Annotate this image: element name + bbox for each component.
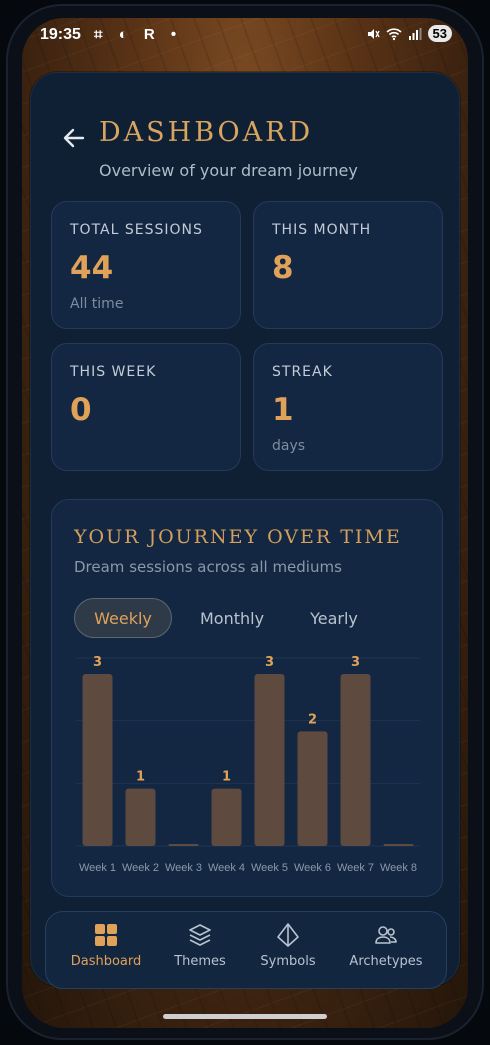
- x-tick-label: Week 1: [79, 862, 116, 874]
- nav-item-dashboard[interactable]: Dashboard: [58, 922, 154, 982]
- status-bar: 19:35 ⌗ ◐ R • 53: [22, 18, 468, 54]
- journey-chart-card: YOUR JOURNEY OVER TIME Dream sessions ac…: [51, 499, 443, 897]
- stat-card-total-sessions: TOTAL SESSIONS 44 All time: [51, 201, 241, 329]
- stat-subtext: All time: [70, 296, 124, 312]
- stat-card-this-week: THIS WEEK 0: [51, 343, 241, 471]
- status-notification-icons: ⌗ ◐ R •: [94, 26, 183, 43]
- bar-week-4: [211, 788, 242, 846]
- nav-label-themes: Themes: [174, 954, 226, 969]
- grid-icon: [95, 924, 117, 946]
- stat-label: THIS MONTH: [272, 222, 372, 238]
- stat-value: 0: [70, 392, 92, 428]
- bar-week-8: [383, 844, 414, 846]
- bottom-navigation: Dashboard Themes Symbols Archetypes: [45, 911, 447, 989]
- stat-label: TOTAL SESSIONS: [70, 222, 203, 238]
- x-tick-label: Week 6: [294, 862, 331, 874]
- x-tick-label: Week 7: [337, 862, 374, 874]
- x-tick-label: Week 3: [165, 862, 202, 874]
- home-indicator[interactable]: [163, 1014, 327, 1019]
- x-tick-label: Week 2: [122, 862, 159, 874]
- stat-card-streak: STREAK 1 days: [253, 343, 443, 471]
- phone-frame: 19:35 ⌗ ◐ R • 53 DASHBOARD Overview of y…: [0, 0, 490, 1045]
- bar-value-label: 3: [93, 655, 102, 670]
- bar-week-2: [125, 788, 156, 846]
- layers-icon: [189, 924, 211, 946]
- mute-icon: [367, 28, 380, 39]
- bar-week-3: [168, 844, 199, 846]
- stat-value: 1: [272, 392, 294, 428]
- bar-week-7: [340, 674, 371, 846]
- signal-icon: [408, 27, 422, 40]
- bar-week-1: [82, 674, 113, 846]
- x-tick-label: Week 5: [251, 862, 288, 874]
- people-icon: [375, 926, 397, 944]
- battery-indicator: 53: [427, 25, 452, 42]
- stat-label: STREAK: [272, 364, 333, 380]
- screen: 19:35 ⌗ ◐ R • 53 DASHBOARD Overview of y…: [22, 18, 468, 1028]
- nav-label-dashboard: Dashboard: [70, 954, 142, 969]
- bar-value-label: 3: [351, 655, 360, 670]
- stat-label: THIS WEEK: [70, 364, 157, 380]
- bar-value-label: 3: [265, 655, 274, 670]
- wifi-icon: [385, 27, 402, 40]
- bar-week-5: [254, 674, 285, 846]
- bar-week-6: [297, 731, 328, 846]
- bar-chart: 3 Week 1 1 Week 2 Week 3 1 Week 4 3 Week 5 2 Week …: [76, 655, 420, 874]
- bar-value-label: 1: [222, 770, 231, 785]
- stat-value: 44: [70, 250, 114, 286]
- diamond-icon: [277, 923, 299, 947]
- nav-label-archetypes: Archetypes: [349, 954, 423, 969]
- stat-subtext: days: [272, 438, 306, 454]
- page-subtitle: Overview of your dream journey: [99, 161, 358, 180]
- nav-label-symbols: Symbols: [260, 954, 316, 969]
- stat-value: 8: [272, 250, 294, 286]
- x-tick-label: Week 4: [208, 862, 245, 874]
- stat-card-this-month: THIS MONTH 8: [253, 201, 443, 329]
- dashboard-panel: DASHBOARD Overview of your dream journey…: [30, 72, 460, 989]
- bar-value-label: 2: [308, 712, 317, 727]
- status-time: 19:35: [40, 26, 81, 43]
- nav-item-archetypes[interactable]: Archetypes: [338, 922, 434, 982]
- status-right-icons: 53: [366, 25, 452, 42]
- back-arrow-icon[interactable]: [61, 125, 87, 151]
- page-title: DASHBOARD: [99, 117, 314, 148]
- x-tick-label: Week 8: [380, 862, 417, 874]
- nav-item-symbols[interactable]: Symbols: [240, 922, 336, 982]
- bar-value-label: 1: [136, 770, 145, 785]
- nav-item-themes[interactable]: Themes: [152, 922, 248, 982]
